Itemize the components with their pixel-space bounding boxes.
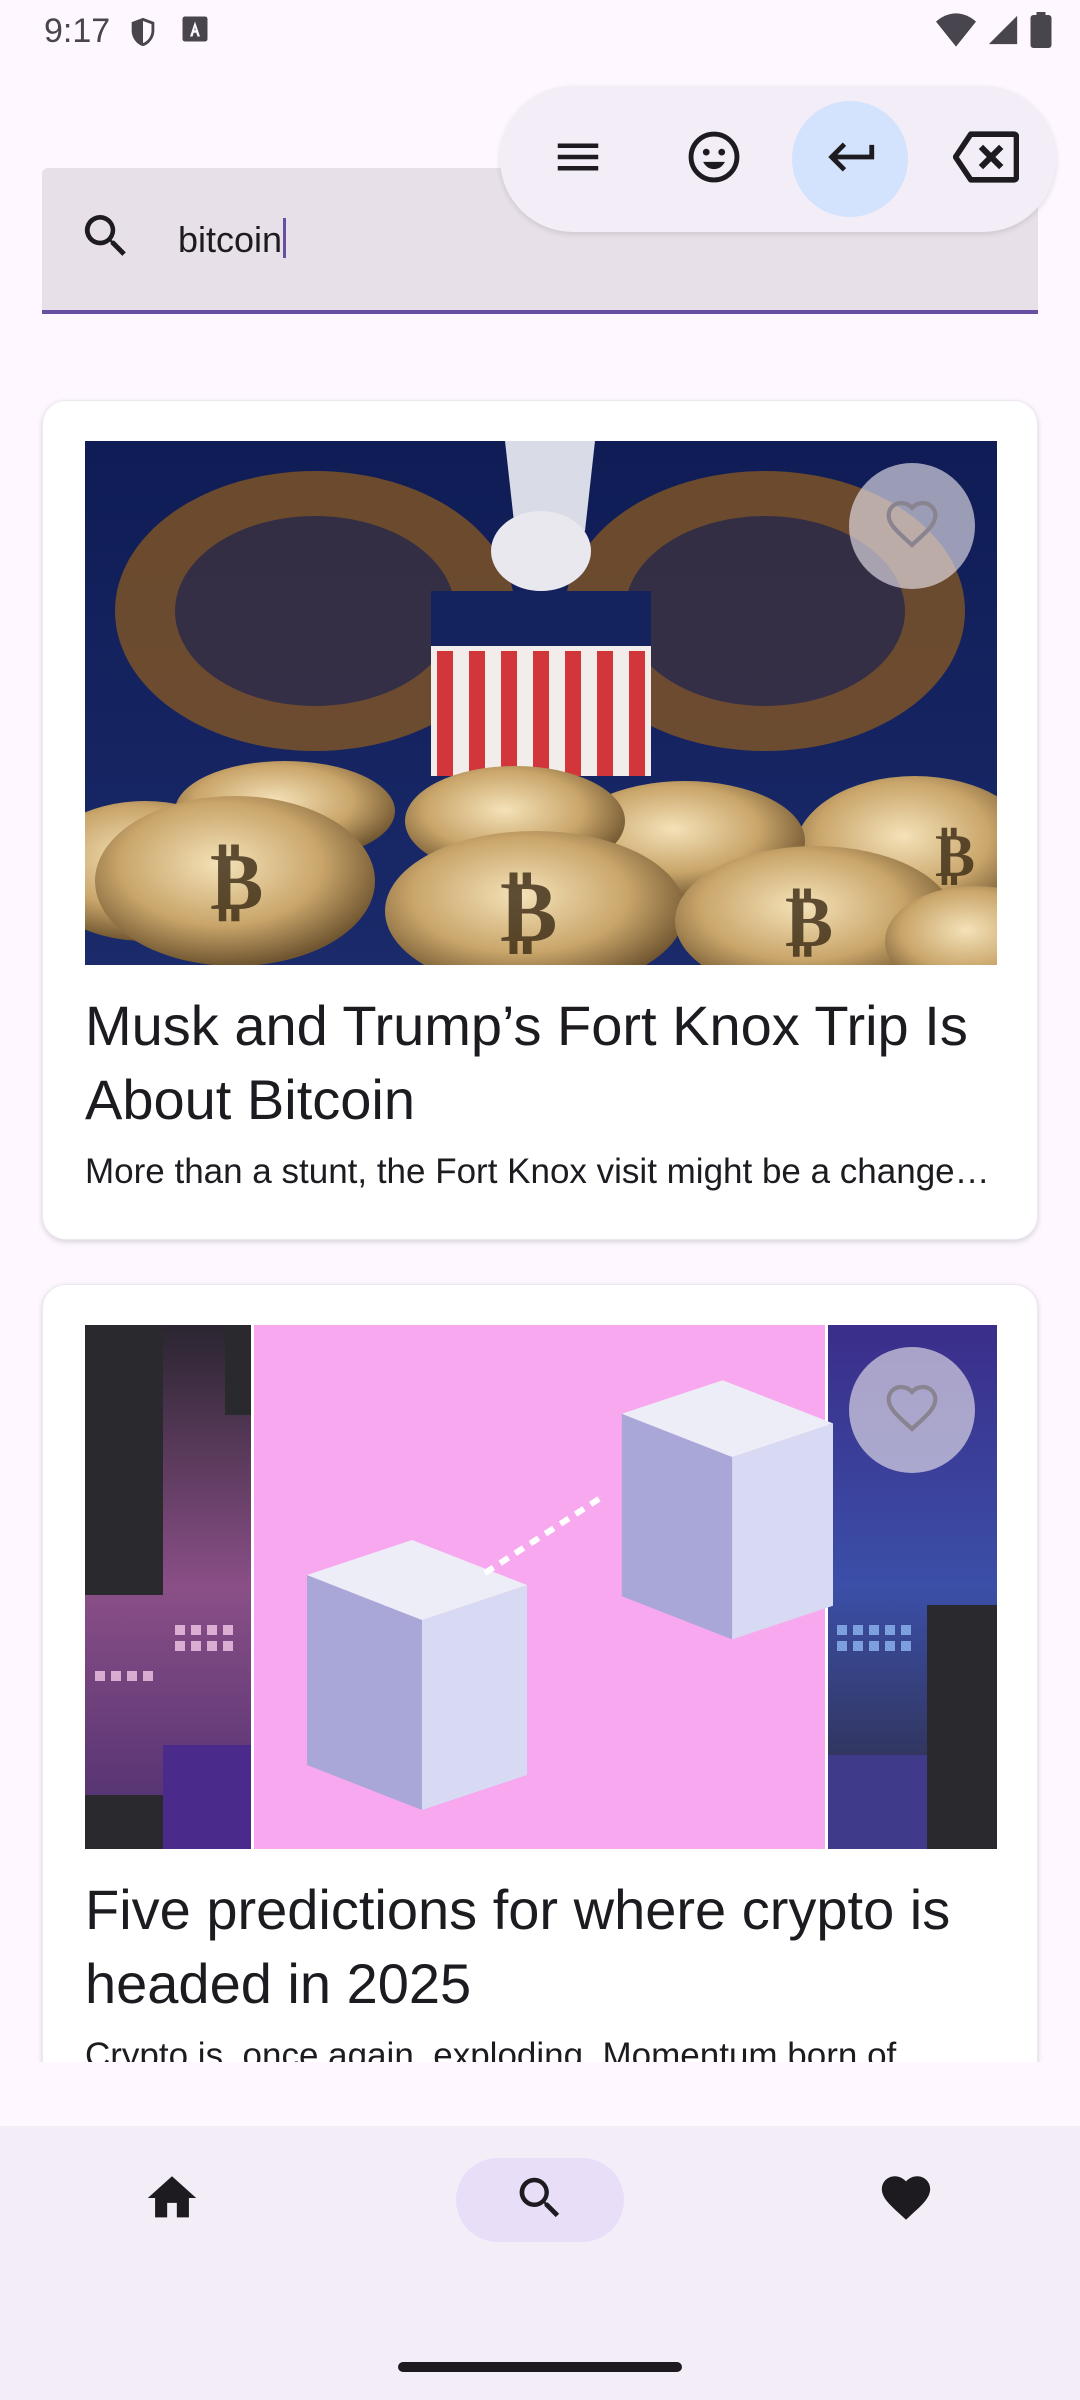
heart-icon — [877, 2169, 935, 2232]
enter-icon — [821, 128, 879, 191]
nav-home[interactable] — [88, 2158, 256, 2242]
article-title: Musk and Trump’s Fort Knox Trip Is About… — [85, 994, 968, 1131]
article-image: ₿ ₿ ₿ ₿ — [85, 441, 997, 965]
shield-icon — [126, 14, 160, 55]
article-description: Crypto is, once again, exploding. Moment… — [85, 2036, 897, 2062]
emoji-icon — [685, 128, 743, 191]
wifi-icon — [936, 13, 976, 52]
nav-search[interactable] — [456, 2158, 624, 2242]
text-caret — [283, 218, 287, 258]
gesture-bar[interactable] — [398, 2362, 682, 2372]
svg-text:₿: ₿ — [210, 835, 263, 928]
home-icon — [143, 2169, 201, 2232]
article-card[interactable]: ₿ ₿ ₿ ₿ Musk and Trump’s Fort Knox Trip … — [42, 400, 1038, 1240]
svg-text:₿: ₿ — [500, 862, 557, 962]
signal-icon — [986, 13, 1020, 52]
article-list[interactable]: ₿ ₿ ₿ ₿ Musk and Trump’s Fort Knox Trip … — [0, 360, 1080, 2062]
svg-text:₿: ₿ — [935, 821, 975, 891]
menu-icon — [551, 130, 605, 189]
bottom-navigation — [0, 2126, 1080, 2400]
keyboard-toolbar — [500, 86, 1056, 232]
favorite-button[interactable] — [849, 463, 975, 589]
search-icon — [513, 2171, 567, 2230]
nav-favorites[interactable] — [822, 2158, 990, 2242]
battery-icon — [1030, 12, 1052, 53]
article-card[interactable]: Five predictions for where crypto is hea… — [42, 1284, 1038, 2062]
backspace-button[interactable] — [928, 101, 1044, 217]
heart-outline-icon — [884, 496, 940, 557]
menu-button[interactable] — [520, 101, 636, 217]
article-description: More than a stunt, the Fort Knox visit m… — [85, 1152, 997, 1191]
article-title: Five predictions for where crypto is hea… — [85, 1878, 951, 2015]
status-bar: 9:17 — [0, 0, 1080, 64]
favorite-button[interactable] — [849, 1347, 975, 1473]
enter-button[interactable] — [792, 101, 908, 217]
svg-text:₿: ₿ — [785, 879, 833, 963]
article-image — [85, 1325, 997, 1849]
heart-outline-icon — [884, 1380, 940, 1441]
status-time: 9:17 — [44, 12, 111, 50]
search-icon — [78, 208, 134, 269]
emoji-button[interactable] — [656, 101, 772, 217]
backspace-icon — [952, 130, 1020, 189]
keyboard-a-icon — [180, 14, 210, 55]
search-query-text[interactable]: bitcoin — [178, 219, 282, 260]
search-query: bitcoin — [178, 218, 287, 261]
